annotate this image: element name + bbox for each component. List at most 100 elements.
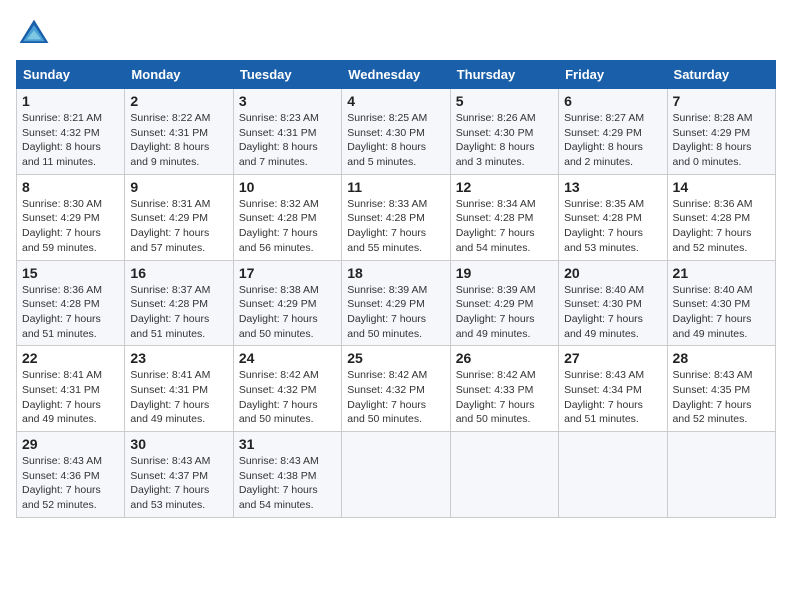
weekday-header-friday: Friday	[559, 61, 667, 89]
day-info: Sunrise: 8:33 AM Sunset: 4:28 PM Dayligh…	[347, 197, 444, 256]
day-info: Sunrise: 8:25 AM Sunset: 4:30 PM Dayligh…	[347, 111, 444, 170]
calendar-cell: 21 Sunrise: 8:40 AM Sunset: 4:30 PM Dayl…	[667, 260, 775, 346]
day-number: 24	[239, 350, 336, 366]
day-info: Sunrise: 8:43 AM Sunset: 4:37 PM Dayligh…	[130, 454, 227, 513]
calendar-cell: 12 Sunrise: 8:34 AM Sunset: 4:28 PM Dayl…	[450, 174, 558, 260]
day-number: 17	[239, 265, 336, 281]
day-number: 18	[347, 265, 444, 281]
calendar-cell: 28 Sunrise: 8:43 AM Sunset: 4:35 PM Dayl…	[667, 346, 775, 432]
calendar-cell: 9 Sunrise: 8:31 AM Sunset: 4:29 PM Dayli…	[125, 174, 233, 260]
day-info: Sunrise: 8:32 AM Sunset: 4:28 PM Dayligh…	[239, 197, 336, 256]
day-number: 10	[239, 179, 336, 195]
calendar-cell	[450, 432, 558, 518]
day-number: 14	[673, 179, 770, 195]
calendar-cell: 26 Sunrise: 8:42 AM Sunset: 4:33 PM Dayl…	[450, 346, 558, 432]
day-number: 3	[239, 93, 336, 109]
calendar-cell: 24 Sunrise: 8:42 AM Sunset: 4:32 PM Dayl…	[233, 346, 341, 432]
calendar-cell: 13 Sunrise: 8:35 AM Sunset: 4:28 PM Dayl…	[559, 174, 667, 260]
day-info: Sunrise: 8:23 AM Sunset: 4:31 PM Dayligh…	[239, 111, 336, 170]
day-info: Sunrise: 8:40 AM Sunset: 4:30 PM Dayligh…	[673, 283, 770, 342]
calendar-cell: 3 Sunrise: 8:23 AM Sunset: 4:31 PM Dayli…	[233, 89, 341, 175]
page-header	[16, 16, 776, 52]
calendar-cell: 5 Sunrise: 8:26 AM Sunset: 4:30 PM Dayli…	[450, 89, 558, 175]
calendar-cell: 1 Sunrise: 8:21 AM Sunset: 4:32 PM Dayli…	[17, 89, 125, 175]
day-info: Sunrise: 8:43 AM Sunset: 4:36 PM Dayligh…	[22, 454, 119, 513]
calendar-cell: 23 Sunrise: 8:41 AM Sunset: 4:31 PM Dayl…	[125, 346, 233, 432]
weekday-header-saturday: Saturday	[667, 61, 775, 89]
logo	[16, 16, 56, 52]
logo-icon	[16, 16, 52, 52]
day-info: Sunrise: 8:43 AM Sunset: 4:35 PM Dayligh…	[673, 368, 770, 427]
day-info: Sunrise: 8:43 AM Sunset: 4:34 PM Dayligh…	[564, 368, 661, 427]
day-number: 13	[564, 179, 661, 195]
calendar-cell: 14 Sunrise: 8:36 AM Sunset: 4:28 PM Dayl…	[667, 174, 775, 260]
day-info: Sunrise: 8:41 AM Sunset: 4:31 PM Dayligh…	[22, 368, 119, 427]
day-info: Sunrise: 8:27 AM Sunset: 4:29 PM Dayligh…	[564, 111, 661, 170]
weekday-header-wednesday: Wednesday	[342, 61, 450, 89]
day-number: 6	[564, 93, 661, 109]
calendar-cell	[667, 432, 775, 518]
day-info: Sunrise: 8:40 AM Sunset: 4:30 PM Dayligh…	[564, 283, 661, 342]
day-info: Sunrise: 8:36 AM Sunset: 4:28 PM Dayligh…	[673, 197, 770, 256]
calendar-cell: 17 Sunrise: 8:38 AM Sunset: 4:29 PM Dayl…	[233, 260, 341, 346]
day-number: 2	[130, 93, 227, 109]
day-info: Sunrise: 8:38 AM Sunset: 4:29 PM Dayligh…	[239, 283, 336, 342]
day-number: 26	[456, 350, 553, 366]
day-number: 7	[673, 93, 770, 109]
calendar-cell: 29 Sunrise: 8:43 AM Sunset: 4:36 PM Dayl…	[17, 432, 125, 518]
day-info: Sunrise: 8:28 AM Sunset: 4:29 PM Dayligh…	[673, 111, 770, 170]
weekday-header-sunday: Sunday	[17, 61, 125, 89]
day-number: 16	[130, 265, 227, 281]
day-info: Sunrise: 8:21 AM Sunset: 4:32 PM Dayligh…	[22, 111, 119, 170]
day-info: Sunrise: 8:37 AM Sunset: 4:28 PM Dayligh…	[130, 283, 227, 342]
calendar-cell: 7 Sunrise: 8:28 AM Sunset: 4:29 PM Dayli…	[667, 89, 775, 175]
day-number: 15	[22, 265, 119, 281]
calendar-cell: 4 Sunrise: 8:25 AM Sunset: 4:30 PM Dayli…	[342, 89, 450, 175]
day-number: 30	[130, 436, 227, 452]
day-number: 25	[347, 350, 444, 366]
weekday-header-thursday: Thursday	[450, 61, 558, 89]
day-info: Sunrise: 8:43 AM Sunset: 4:38 PM Dayligh…	[239, 454, 336, 513]
day-info: Sunrise: 8:36 AM Sunset: 4:28 PM Dayligh…	[22, 283, 119, 342]
calendar-cell: 20 Sunrise: 8:40 AM Sunset: 4:30 PM Dayl…	[559, 260, 667, 346]
day-number: 5	[456, 93, 553, 109]
day-info: Sunrise: 8:42 AM Sunset: 4:32 PM Dayligh…	[347, 368, 444, 427]
day-number: 12	[456, 179, 553, 195]
day-info: Sunrise: 8:34 AM Sunset: 4:28 PM Dayligh…	[456, 197, 553, 256]
day-number: 20	[564, 265, 661, 281]
calendar-cell: 18 Sunrise: 8:39 AM Sunset: 4:29 PM Dayl…	[342, 260, 450, 346]
calendar-cell: 22 Sunrise: 8:41 AM Sunset: 4:31 PM Dayl…	[17, 346, 125, 432]
weekday-header-tuesday: Tuesday	[233, 61, 341, 89]
calendar-cell	[559, 432, 667, 518]
calendar-cell	[342, 432, 450, 518]
day-info: Sunrise: 8:22 AM Sunset: 4:31 PM Dayligh…	[130, 111, 227, 170]
day-info: Sunrise: 8:41 AM Sunset: 4:31 PM Dayligh…	[130, 368, 227, 427]
calendar-cell: 11 Sunrise: 8:33 AM Sunset: 4:28 PM Dayl…	[342, 174, 450, 260]
calendar-cell: 8 Sunrise: 8:30 AM Sunset: 4:29 PM Dayli…	[17, 174, 125, 260]
day-number: 11	[347, 179, 444, 195]
calendar-cell: 27 Sunrise: 8:43 AM Sunset: 4:34 PM Dayl…	[559, 346, 667, 432]
day-number: 4	[347, 93, 444, 109]
calendar-cell: 25 Sunrise: 8:42 AM Sunset: 4:32 PM Dayl…	[342, 346, 450, 432]
calendar-cell: 31 Sunrise: 8:43 AM Sunset: 4:38 PM Dayl…	[233, 432, 341, 518]
calendar-cell: 30 Sunrise: 8:43 AM Sunset: 4:37 PM Dayl…	[125, 432, 233, 518]
calendar-cell: 6 Sunrise: 8:27 AM Sunset: 4:29 PM Dayli…	[559, 89, 667, 175]
day-number: 23	[130, 350, 227, 366]
calendar-cell: 15 Sunrise: 8:36 AM Sunset: 4:28 PM Dayl…	[17, 260, 125, 346]
day-number: 31	[239, 436, 336, 452]
day-info: Sunrise: 8:42 AM Sunset: 4:32 PM Dayligh…	[239, 368, 336, 427]
day-info: Sunrise: 8:30 AM Sunset: 4:29 PM Dayligh…	[22, 197, 119, 256]
day-number: 8	[22, 179, 119, 195]
day-info: Sunrise: 8:42 AM Sunset: 4:33 PM Dayligh…	[456, 368, 553, 427]
day-number: 27	[564, 350, 661, 366]
day-number: 28	[673, 350, 770, 366]
day-info: Sunrise: 8:31 AM Sunset: 4:29 PM Dayligh…	[130, 197, 227, 256]
calendar-table: SundayMondayTuesdayWednesdayThursdayFrid…	[16, 60, 776, 518]
weekday-header-monday: Monday	[125, 61, 233, 89]
day-number: 1	[22, 93, 119, 109]
calendar-cell: 19 Sunrise: 8:39 AM Sunset: 4:29 PM Dayl…	[450, 260, 558, 346]
day-number: 9	[130, 179, 227, 195]
day-info: Sunrise: 8:39 AM Sunset: 4:29 PM Dayligh…	[456, 283, 553, 342]
day-info: Sunrise: 8:26 AM Sunset: 4:30 PM Dayligh…	[456, 111, 553, 170]
day-info: Sunrise: 8:39 AM Sunset: 4:29 PM Dayligh…	[347, 283, 444, 342]
